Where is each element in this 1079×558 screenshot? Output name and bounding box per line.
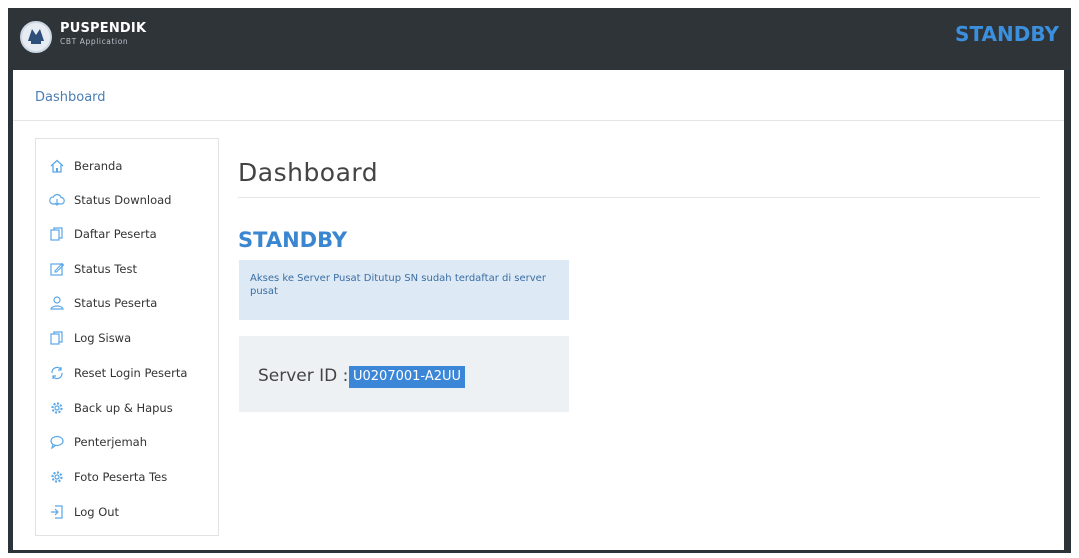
breadcrumb[interactable]: Dashboard [35, 90, 106, 105]
sidebar-item-label: Back up & Hapus [74, 401, 173, 415]
refresh-icon [51, 366, 63, 380]
sidebar-menu: Beranda Status Download Daftar Peserta S… [35, 138, 219, 536]
sidebar-item-label: Log Siswa [74, 331, 132, 345]
copy-icon [50, 227, 63, 241]
status-heading: STANDBY [238, 228, 348, 252]
gear-icon [51, 402, 63, 414]
sidebar-item-label: Foto Peserta Tes [74, 470, 168, 484]
puspendik-logo-icon [20, 21, 52, 53]
sidebar-item-status-test[interactable]: Status Test [49, 256, 137, 282]
sidebar-item-label: Reset Login Peserta [74, 366, 188, 380]
copy-icon [50, 331, 63, 345]
sidebar-item-label: Status Peserta [74, 296, 158, 310]
sidebar-item-label: Log Out [74, 505, 120, 519]
page-title: Dashboard [238, 158, 379, 187]
sidebar-item-daftar-peserta[interactable]: Daftar Peserta [49, 221, 157, 247]
sidebar-item-label: Penterjemah [74, 435, 148, 449]
cloud-download-icon [49, 194, 65, 206]
sidebar-item-penterjemah[interactable]: Penterjemah [49, 429, 147, 455]
sidebar-item-status-download[interactable]: Status Download [49, 187, 171, 213]
brand-subtitle: CBT Application [60, 37, 129, 46]
user-icon [50, 296, 64, 310]
sidebar-item-beranda[interactable]: Beranda [49, 153, 122, 179]
sidebar-item-label: Daftar Peserta [74, 227, 157, 241]
breadcrumb-bar: Dashboard [13, 70, 1064, 121]
sidebar-item-log-siswa[interactable]: Log Siswa [49, 325, 131, 351]
sidebar-item-label: Status Download [74, 193, 172, 207]
header-status: STANDBY [955, 22, 1059, 46]
sidebar-item-label: Beranda [74, 159, 123, 173]
logout-icon [51, 505, 63, 519]
sidebar-item-backup-hapus[interactable]: Back up & Hapus [49, 395, 173, 421]
brand-name: PUSPENDIK [60, 21, 147, 36]
app-window: PUSPENDIK CBT Application STANDBY Dashbo… [8, 8, 1071, 553]
sidebar-item-reset-login-peserta[interactable]: Reset Login Peserta [49, 360, 187, 386]
sidebar-item-foto-peserta-tes[interactable]: Foto Peserta Tes [49, 464, 167, 490]
info-notice: Akses ke Server Pusat Ditutup SN sudah t… [239, 260, 569, 320]
home-icon [50, 159, 64, 173]
content-area: Dashboard Beranda Status Download Daftar… [13, 70, 1064, 550]
top-navbar: PUSPENDIK CBT Application STANDBY [8, 8, 1071, 70]
edit-icon [50, 262, 65, 276]
sidebar-item-status-peserta[interactable]: Status Peserta [49, 290, 157, 316]
sidebar-item-log-out[interactable]: Log Out [49, 499, 119, 525]
server-id-label: Server ID : [258, 366, 349, 386]
title-divider [238, 197, 1040, 198]
server-id-value: U0207001-A2UU [349, 366, 466, 388]
chat-icon [50, 435, 64, 450]
server-id-panel: Server ID : U0207001-A2UU [239, 336, 569, 412]
sidebar-item-label: Status Test [74, 262, 137, 276]
gear-icon [51, 471, 63, 483]
